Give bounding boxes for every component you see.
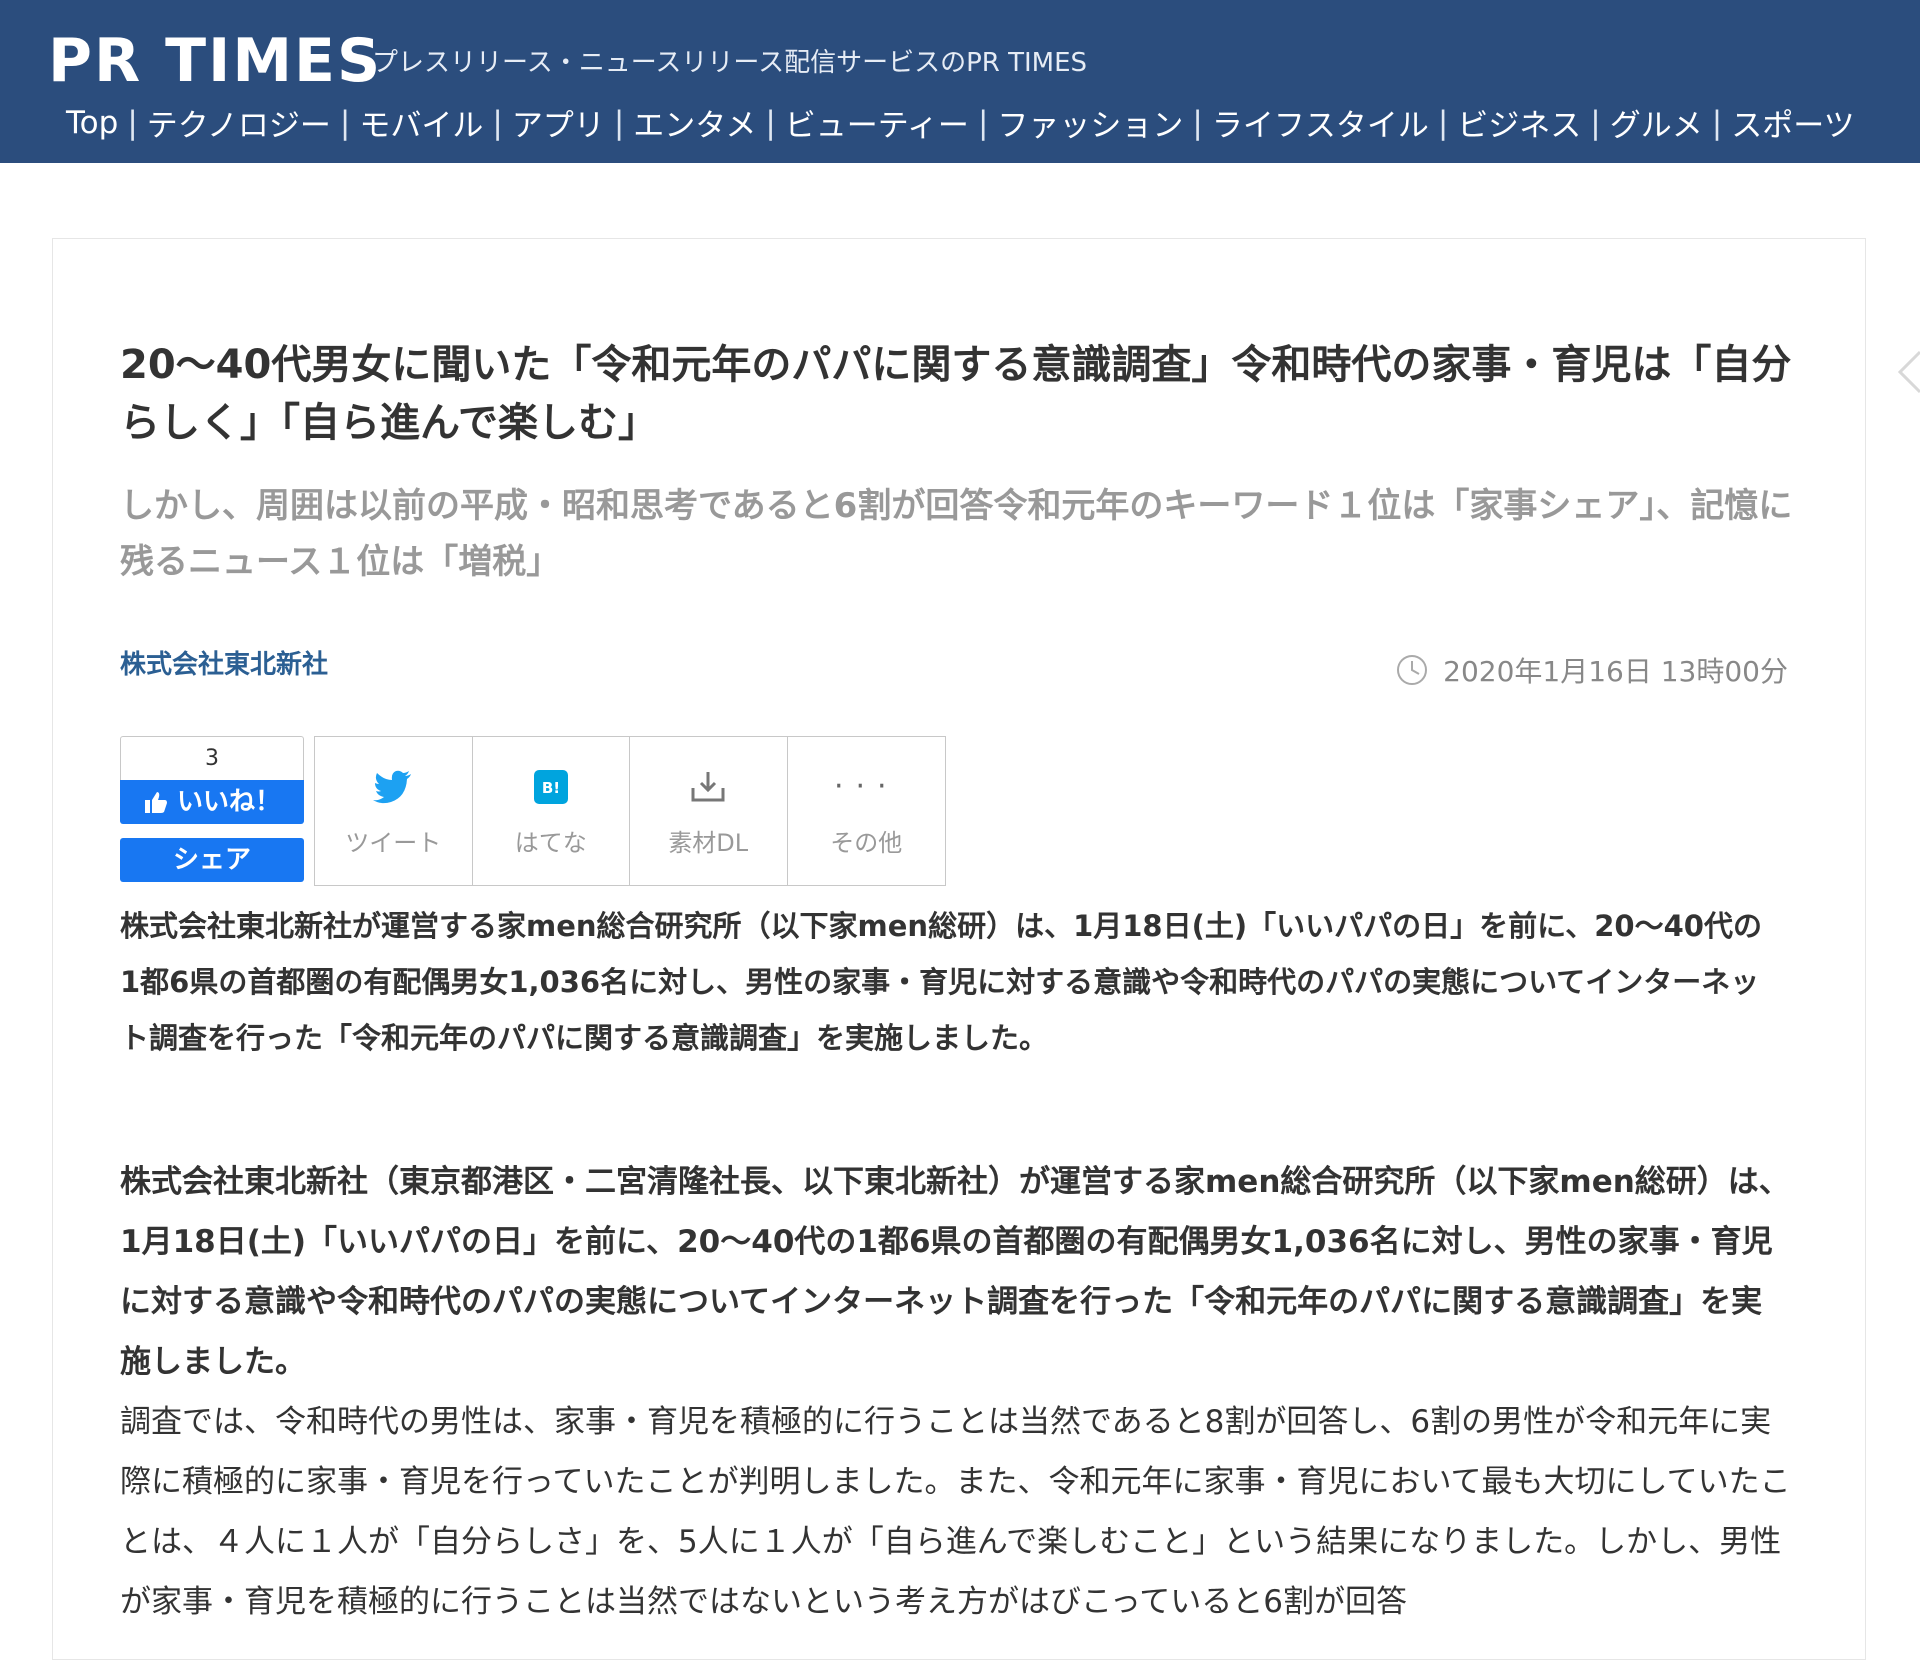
clock-icon — [1397, 655, 1428, 685]
download-label: 素材DL — [668, 828, 749, 857]
thumbs-up-icon — [144, 792, 167, 813]
material-download-button[interactable]: 素材DL — [630, 737, 788, 885]
site-header: PR TIMES プレスリリース・ニュースリリース配信サービスのPR TIMES… — [0, 0, 1920, 163]
svg-text:B!: B! — [542, 779, 560, 797]
article-lead: 株式会社東北新社が運営する家men総合研究所（以下家men総研）は、1月18日(… — [120, 909, 1762, 1055]
nav-item-sports[interactable]: スポーツ — [1731, 100, 1854, 145]
share-buttons: ツイート B! はてな 素材DL ··· その他 — [314, 736, 946, 886]
prtimes-logo[interactable]: PR TIMES — [48, 26, 382, 96]
nav-separator: | — [492, 104, 503, 141]
tweet-button[interactable]: ツイート — [315, 737, 473, 885]
nav-separator: | — [1192, 104, 1203, 141]
nav-item-technology[interactable]: テクノロジー — [147, 100, 331, 145]
facebook-share-button[interactable]: シェア — [120, 838, 304, 882]
nav-item-top[interactable]: Top — [66, 105, 118, 141]
nav-item-beauty[interactable]: ビューティー — [785, 100, 969, 145]
publish-date-text: 2020年1月16日 13時00分 — [1443, 655, 1788, 688]
nav-separator: | — [1711, 104, 1723, 141]
hatena-button[interactable]: B! はてな — [473, 737, 630, 885]
nav-separator: | — [765, 104, 776, 141]
nav-item-app[interactable]: アプリ — [512, 100, 605, 145]
download-icon — [691, 771, 725, 801]
company-link[interactable]: 株式会社東北新社 — [120, 644, 328, 681]
nav-item-mobile[interactable]: モバイル — [359, 100, 483, 145]
article-title: 20～40代男女に聞いた「令和元年のパパに関する意識調査」令和時代の家事・育児は… — [120, 342, 1792, 446]
category-nav: Top | テクノロジー | モバイル | アプリ | エンタメ | ビューティ… — [66, 100, 1855, 145]
more-icon: ··· — [833, 768, 899, 804]
more-share-button[interactable]: ··· その他 — [788, 737, 946, 885]
article-subtitle: しかし、周囲は以前の平成・昭和思考であると6割が回答令和元年のキーワード１位は「… — [120, 486, 1793, 582]
nav-separator: | — [977, 104, 989, 141]
like-count: 3 — [120, 736, 304, 781]
facebook-like-button[interactable]: いいね！ — [120, 780, 304, 824]
nav-separator: | — [613, 104, 625, 141]
twitter-icon — [373, 770, 412, 803]
site-tagline: プレスリリース・ニュースリリース配信サービスのPR TIMES — [372, 48, 1088, 78]
hatena-icon: B! — [533, 769, 568, 804]
nav-item-entame[interactable]: エンタメ — [633, 100, 756, 145]
hatena-label: はてな — [514, 828, 587, 857]
nav-item-gourmet[interactable]: グルメ — [1610, 100, 1703, 145]
nav-item-lifestyle[interactable]: ライフスタイル — [1212, 100, 1429, 145]
chevron-left-icon[interactable] — [1896, 348, 1920, 396]
nav-separator: | — [339, 104, 351, 141]
article-body: 調査では、令和時代の男性は、家事・育児を積極的に行うことは当然であると8割が回答… — [120, 1404, 1791, 1620]
publish-date: 2020年1月16日 13時00分 — [1395, 650, 1788, 690]
article-summary: 株式会社東北新社（東京都港区・二宮清隆社長、以下東北新社）が運営する家men総合… — [120, 1164, 1790, 1380]
nav-item-business[interactable]: ビジネス — [1457, 100, 1581, 145]
tweet-label: ツイート — [345, 828, 442, 857]
nav-item-fashion[interactable]: ファッション — [997, 100, 1183, 145]
nav-separator: | — [1590, 104, 1601, 141]
like-label: いいね！ — [176, 787, 281, 817]
nav-separator: | — [127, 104, 138, 141]
nav-separator: | — [1437, 104, 1449, 141]
facebook-like-widget: 3 いいね！ シェア — [120, 736, 304, 882]
more-label: その他 — [830, 828, 903, 857]
